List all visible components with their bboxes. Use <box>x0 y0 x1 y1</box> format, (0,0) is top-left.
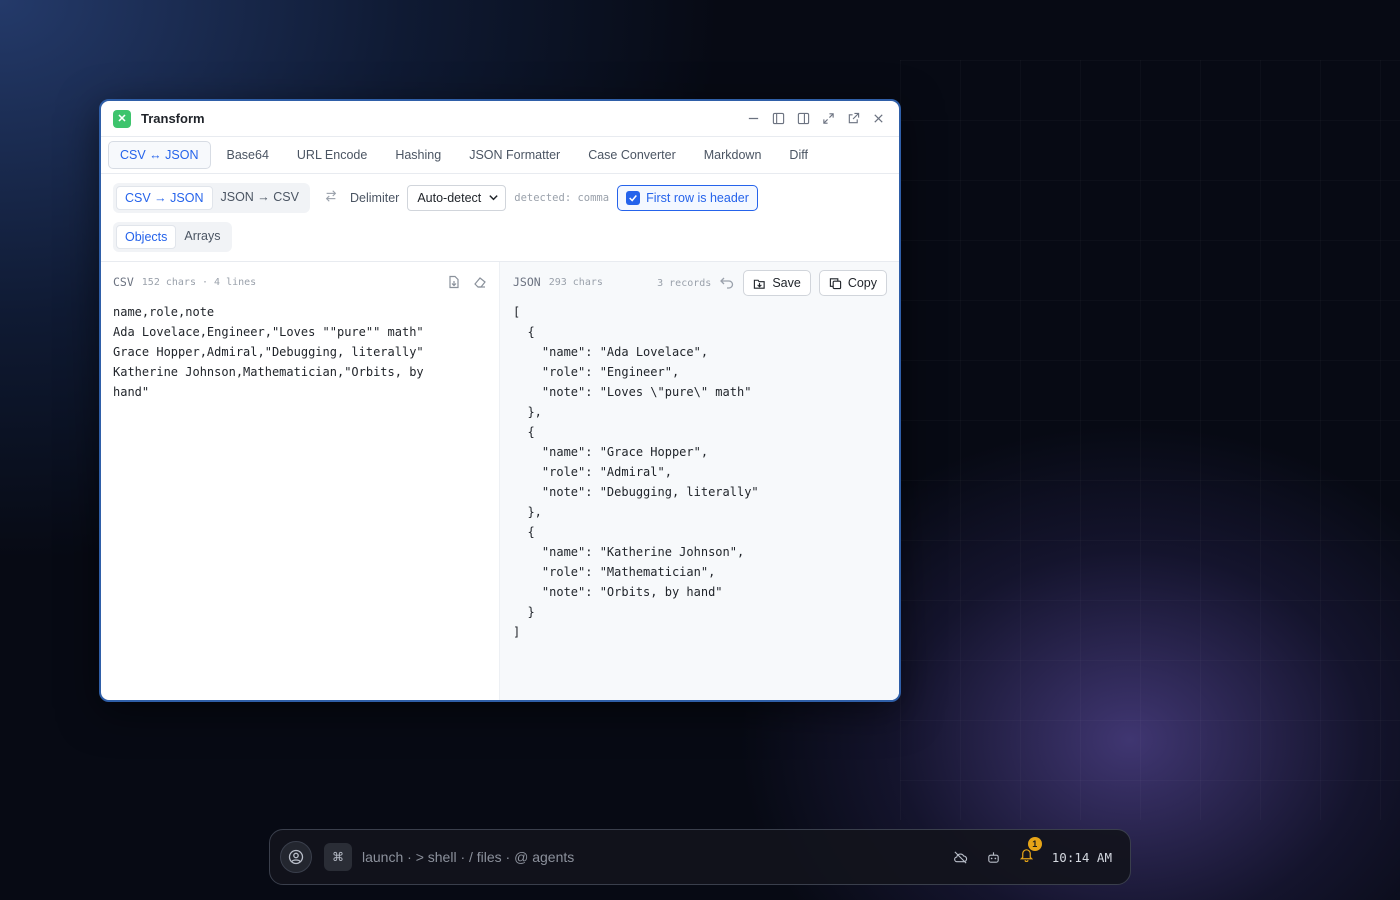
window-title: Transform <box>141 111 205 126</box>
eraser-icon[interactable] <box>473 275 487 289</box>
csv-pane-actions <box>447 275 487 289</box>
sidebar-left-icon[interactable] <box>770 110 787 127</box>
csv-pane-header: CSV 152 chars · 4 lines <box>113 274 487 290</box>
tab-hashing[interactable]: Hashing <box>383 141 453 169</box>
records-count: 3 records <box>657 277 712 289</box>
json-pane-actions: 3 records Save Copy <box>657 270 887 296</box>
notification-badge: 1 <box>1027 837 1042 851</box>
save-label: Save <box>772 276 801 290</box>
cloud-offline-icon[interactable] <box>953 850 968 865</box>
detected-delimiter-hint: detected: comma <box>514 192 610 204</box>
close-icon[interactable] <box>870 110 887 127</box>
delimiter-label: Delimiter <box>350 191 400 205</box>
editor-panes: CSV 152 chars · 4 lines name,role,note A… <box>101 262 899 700</box>
checkbox-checked-icon[interactable] <box>626 191 641 205</box>
csv-pane-title: CSV <box>113 275 134 289</box>
tab-url-encode[interactable]: URL Encode <box>285 141 379 169</box>
json-to-csv-button[interactable]: JSON → CSV <box>213 186 308 210</box>
tool-tabs: CSV ↔ JSON Base64 URL Encode Hashing JSO… <box>101 137 899 174</box>
import-file-icon[interactable] <box>447 275 461 289</box>
launcher-input[interactable]: launch · > shell · / files · @ agents <box>362 849 574 865</box>
chevron-down-icon <box>489 195 498 201</box>
save-button[interactable]: Save <box>743 270 811 296</box>
arrays-button[interactable]: Arrays <box>176 225 228 249</box>
output-format-toggle: Objects Arrays <box>113 222 232 252</box>
output-format-row: Objects Arrays <box>101 213 899 262</box>
copy-button[interactable]: Copy <box>818 270 887 296</box>
json-pane: JSON 293 chars 3 records Save Copy [ { "… <box>500 262 899 700</box>
json-pane-title: JSON <box>513 275 541 289</box>
dock-status-area: 1 10:14 AM <box>953 837 1120 867</box>
json-output-viewer[interactable]: [ { "name": "Ada Lovelace", "role": "Eng… <box>513 302 886 642</box>
minimize-icon[interactable] <box>745 110 762 127</box>
json-pane-meta: 293 chars <box>548 276 603 288</box>
sidebar-right-icon[interactable] <box>795 110 812 127</box>
popout-icon[interactable] <box>845 110 862 127</box>
robot-icon[interactable] <box>986 850 1001 865</box>
tab-base64[interactable]: Base64 <box>215 141 281 169</box>
copy-icon <box>829 277 841 289</box>
csv-pane-meta: 152 chars · 4 lines <box>141 276 257 288</box>
copy-label: Copy <box>847 276 877 290</box>
notifications-button[interactable]: 1 <box>1019 837 1042 867</box>
undo-icon[interactable] <box>719 275 735 291</box>
csv-input-editor[interactable]: name,role,note Ada Lovelace,Engineer,"Lo… <box>113 302 487 402</box>
csv-to-json-button[interactable]: CSV → JSON <box>116 186 213 210</box>
tab-case-converter[interactable]: Case Converter <box>576 141 688 169</box>
conversion-toolbar: CSV → JSON JSON → CSV Delimiter Auto-det… <box>101 174 899 213</box>
window-controls <box>745 110 887 127</box>
bottom-dock: ⌘ launch · > shell · / files · @ agents … <box>269 829 1131 885</box>
delimiter-value: Auto-detect <box>417 191 482 205</box>
tab-markdown[interactable]: Markdown <box>692 141 774 169</box>
tab-json-formatter[interactable]: JSON Formatter <box>457 141 572 169</box>
objects-button[interactable]: Objects <box>116 225 177 249</box>
clock: 10:14 AM <box>1051 849 1112 865</box>
expand-icon[interactable] <box>820 110 837 127</box>
first-row-header-label: First row is header <box>646 191 749 205</box>
tab-csv-json[interactable]: CSV ↔ JSON <box>108 141 211 169</box>
save-icon <box>754 279 766 289</box>
background-grid <box>900 60 1400 820</box>
first-row-header-toggle[interactable]: First row is header <box>617 185 758 211</box>
user-avatar-icon[interactable] <box>280 841 312 873</box>
swap-icon[interactable] <box>324 189 342 208</box>
transform-window: ✕ Transform CSV ↔ JSON Base64 URL Encode… <box>99 99 901 702</box>
tab-diff[interactable]: Diff <box>777 141 820 169</box>
window-titlebar[interactable]: ✕ Transform <box>101 101 899 137</box>
direction-toggle: CSV → JSON JSON → CSV <box>113 183 310 213</box>
app-icon: ✕ <box>113 109 131 128</box>
delimiter-select[interactable]: Auto-detect <box>407 185 507 211</box>
csv-pane: CSV 152 chars · 4 lines name,role,note A… <box>101 262 500 700</box>
command-key-icon[interactable]: ⌘ <box>324 843 352 871</box>
